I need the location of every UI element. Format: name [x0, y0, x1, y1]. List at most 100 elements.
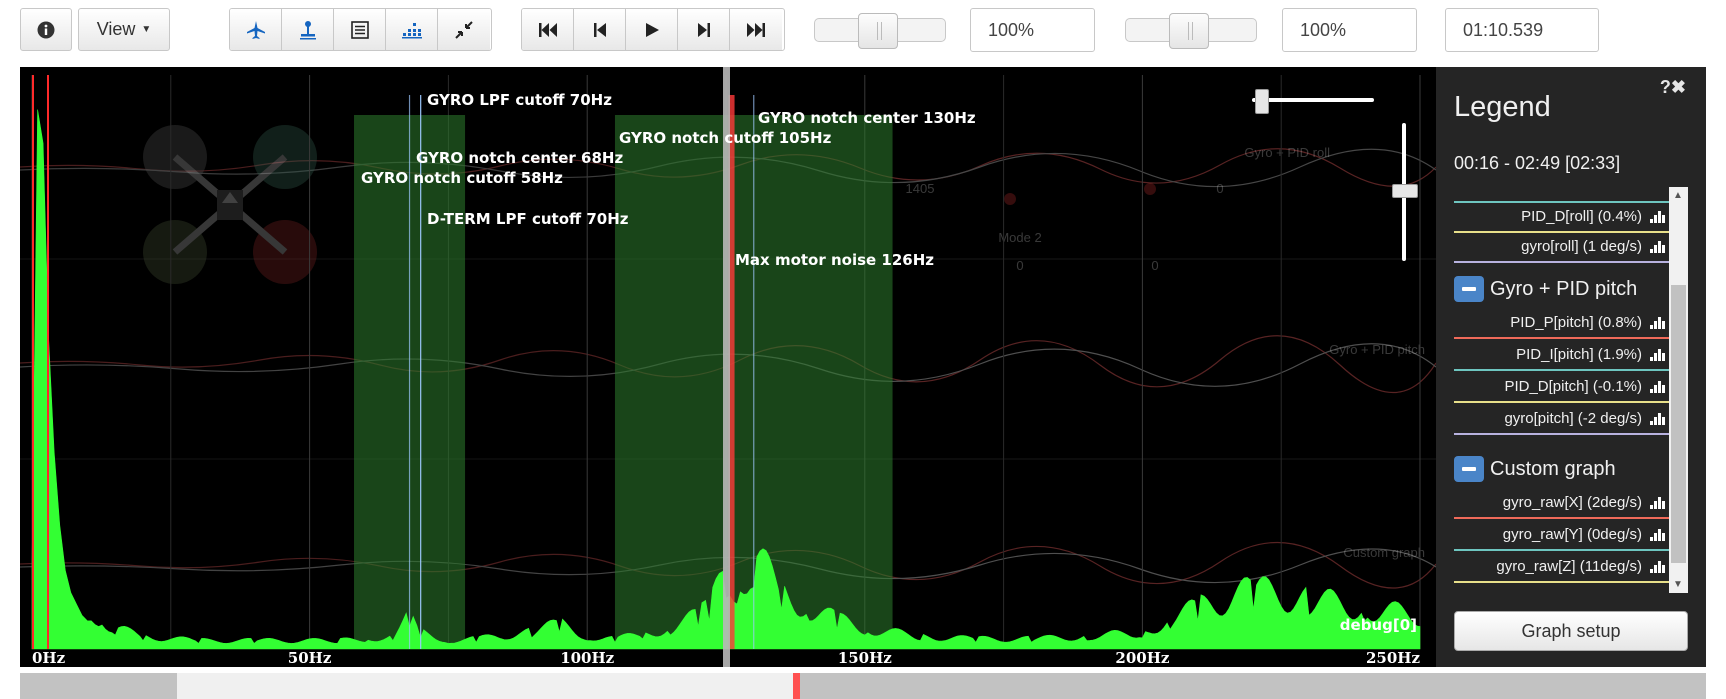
collapse-button[interactable] — [438, 9, 490, 50]
spectrum-analyser[interactable]: Gyro + PID roll Gyro + PID pitch Custom … — [20, 67, 1436, 667]
legend-group-header[interactable]: Custom graph — [1454, 453, 1669, 485]
analyser-zoom-x-slider[interactable] — [1252, 98, 1374, 102]
collapse-icon — [455, 20, 473, 39]
x-tick-label: 0Hz — [32, 649, 66, 667]
caret-down-icon: ▼ — [141, 24, 152, 35]
analyser-toggle-button[interactable] — [386, 9, 438, 50]
x-tick-label: 200Hz — [1115, 649, 1169, 667]
legend-item[interactable]: gyro_raw[Z] (11deg/s) — [1454, 553, 1669, 583]
analyser-icon[interactable] — [1649, 315, 1665, 331]
legend-item[interactable]: gyro[pitch] (-2 deg/s) — [1454, 405, 1669, 435]
spectrum-chart: Gyro + PID roll Gyro + PID pitch Custom … — [20, 67, 1436, 667]
speed-value: 100% — [1300, 19, 1347, 40]
legend-scrollbar[interactable]: ▲ ▼ — [1669, 187, 1688, 593]
label-gyro-notch-center-2: GYRO notch center 130Hz — [758, 109, 976, 127]
series-color-bar — [1454, 337, 1669, 339]
analyser-icon[interactable] — [1649, 559, 1665, 575]
group-toggle-button[interactable] — [1454, 276, 1484, 302]
x-tick-label: 50Hz — [288, 649, 332, 667]
label-max-motor-noise: Max motor noise 126Hz — [735, 251, 934, 269]
series-color-bar — [1454, 261, 1669, 263]
graph-tools-group — [229, 8, 492, 51]
play-button[interactable] — [626, 9, 678, 50]
legend-item[interactable]: PID_I[pitch] (1.9%) — [1454, 341, 1669, 371]
ghost-overlay-text: Gyro + PID roll Gyro + PID pitch Custom … — [906, 145, 1425, 560]
series-color-bar — [1454, 549, 1669, 551]
zoom-slider-handle[interactable] — [858, 13, 898, 49]
legend-item-label: PID_D[roll] (0.4%) — [1521, 208, 1642, 225]
legend-help-close-icons[interactable]: ?✖ — [1660, 77, 1686, 98]
legend-item[interactable]: PID_D[roll] (0.4%) — [1454, 203, 1669, 233]
label-gyro-notch-cutoff-1: GYRO notch cutoff 58Hz — [361, 169, 563, 187]
skip-end-button[interactable] — [730, 9, 782, 50]
legend-item[interactable]: gyro[roll] (1 deg/s) — [1454, 233, 1669, 263]
skip-end-icon — [747, 22, 765, 37]
step-forward-icon — [697, 22, 710, 37]
skip-start-button[interactable] — [522, 9, 574, 50]
legend-group-header[interactable]: Gyro + PID pitch — [1454, 273, 1669, 305]
legend-time-range: 00:16 - 02:49 [02:33] — [1454, 153, 1621, 173]
skip-start-icon — [538, 22, 557, 37]
craft-toggle-button[interactable] — [230, 9, 282, 50]
view-menu-button[interactable]: View ▼ — [78, 8, 170, 51]
zoom-value-field[interactable]: 100% — [970, 8, 1095, 52]
series-color-bar — [1454, 517, 1669, 519]
legend-list: PID_D[roll] (0.4%) gyro[roll] (1 deg/s) … — [1454, 187, 1669, 593]
view-menu-label: View — [96, 19, 136, 39]
legend-group-title: Gyro + PID pitch — [1490, 277, 1638, 300]
series-color-bar — [1454, 369, 1669, 371]
playback-cursor[interactable] — [723, 67, 730, 667]
legend-item[interactable]: gyro_raw[X] (2deg/s) — [1454, 489, 1669, 519]
analyser-icon[interactable] — [1649, 347, 1665, 363]
analyser-zoom-y-handle[interactable] — [1392, 184, 1418, 198]
zoom-slider[interactable] — [814, 13, 946, 49]
scroll-up-icon[interactable]: ▲ — [1673, 190, 1683, 201]
ghost-rc-value: 1405 — [906, 181, 935, 196]
analyser-zoom-x-handle[interactable] — [1255, 89, 1269, 114]
analyser-icon[interactable] — [1649, 239, 1665, 255]
legend-item-label: PID_I[pitch] (1.9%) — [1516, 346, 1642, 363]
speed-slider-handle[interactable] — [1169, 13, 1209, 49]
time-field[interactable]: 01:10.539 — [1445, 8, 1599, 52]
analyser-icon[interactable] — [1649, 411, 1665, 427]
speed-value-field[interactable]: 100% — [1282, 8, 1417, 52]
scroll-down-icon[interactable]: ▼ — [1673, 579, 1683, 590]
ghost-mode: Mode 2 — [998, 230, 1041, 245]
timeline-visible-window[interactable] — [177, 673, 795, 699]
label-debug-series: debug[0] — [1340, 616, 1417, 634]
legend-item-label: gyro_raw[Y] (0deg/s) — [1502, 526, 1642, 543]
label-gyro-notch-cutoff-2: GYRO notch cutoff 105Hz — [619, 129, 832, 147]
ghost-label-roll: Gyro + PID roll — [1244, 145, 1330, 160]
x-tick-label: 150Hz — [838, 649, 892, 667]
step-back-button[interactable] — [574, 9, 626, 50]
analyser-icon — [401, 22, 422, 38]
legend-item-label: PID_P[pitch] (0.8%) — [1510, 314, 1642, 331]
zoom-value: 100% — [988, 19, 1035, 40]
craft-icon — [246, 20, 265, 39]
legend-item[interactable] — [1454, 187, 1669, 203]
analyser-icon[interactable] — [1649, 379, 1665, 395]
ghost-zero-b: 0 — [1016, 258, 1023, 273]
legend-scrollbar-thumb[interactable] — [1671, 285, 1686, 563]
graph-setup-button[interactable]: Graph setup — [1454, 611, 1688, 651]
x-tick-label: 100Hz — [560, 649, 614, 667]
legend-item[interactable]: PID_D[pitch] (-0.1%) — [1454, 373, 1669, 403]
legend-item[interactable]: gyro_raw[Y] (0deg/s) — [1454, 521, 1669, 551]
step-forward-button[interactable] — [678, 9, 730, 50]
analyser-icon[interactable] — [1649, 495, 1665, 511]
analyser-icon[interactable] — [1649, 527, 1665, 543]
timeline-playhead[interactable] — [793, 673, 800, 699]
table-toggle-button[interactable] — [334, 9, 386, 50]
group-toggle-button[interactable] — [1454, 456, 1484, 482]
time-value: 01:10.539 — [1463, 19, 1544, 40]
legend-panel: Legend ?✖ 00:16 - 02:49 [02:33] PID_D[ro… — [1436, 67, 1706, 667]
label-dterm-lpf: D-TERM LPF cutoff 70Hz — [427, 210, 629, 228]
legend-item[interactable]: PID_P[pitch] (0.8%) — [1454, 309, 1669, 339]
speed-slider[interactable] — [1125, 13, 1257, 49]
log-timeline[interactable] — [20, 673, 1706, 699]
analyser-icon[interactable] — [1649, 209, 1665, 225]
legend-item-label: gyro[roll] (1 deg/s) — [1521, 238, 1642, 255]
sticks-toggle-button[interactable] — [282, 9, 334, 50]
info-button[interactable] — [20, 8, 72, 51]
legend-item-label: gyro[pitch] (-2 deg/s) — [1504, 410, 1642, 427]
